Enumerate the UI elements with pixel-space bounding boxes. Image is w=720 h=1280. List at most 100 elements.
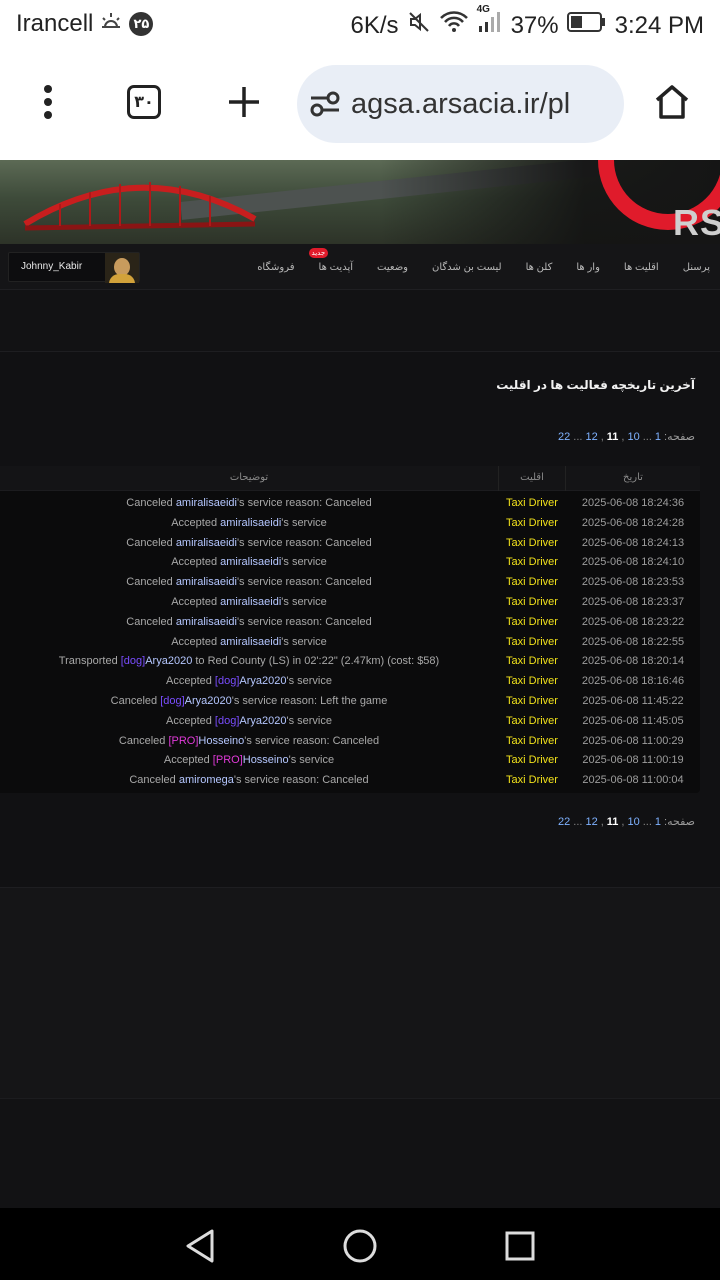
nav-item-shop[interactable]: فروشگاه [257, 262, 294, 273]
home-icon[interactable] [646, 74, 698, 130]
page-link[interactable]: 12 [585, 431, 597, 443]
row-date: 2025-06-08 18:23:53 [581, 576, 685, 589]
row-date: 2025-06-08 18:20:14 [581, 655, 685, 668]
desc-action: Canceled [126, 536, 176, 549]
page-link[interactable]: 10 [627, 816, 639, 828]
mute-icon [407, 10, 431, 41]
desc-action: Accepted [171, 635, 221, 648]
battery-icon [566, 11, 607, 40]
player-name[interactable]: Arya2020 [239, 715, 286, 727]
user-menu[interactable]: Johnny_Kabir [8, 252, 140, 283]
row-description: Canceled amiralisaeidi's service reason:… [0, 497, 498, 509]
table-row: Transported [dog]Arya2020 to Red County … [0, 655, 700, 675]
desc-detail: 's service reason: Canceled [233, 774, 369, 787]
clan-tag: [dog] [214, 675, 240, 688]
page-link-last[interactable]: 22 [558, 816, 570, 828]
row-date: 2025-06-08 18:23:22 [581, 615, 685, 628]
row-faction: Taxi Driver [506, 615, 558, 628]
player-name[interactable]: amiralisaeidi [220, 636, 281, 648]
battery-level: 37% [510, 11, 559, 39]
player-name[interactable]: amiralisaeidi [176, 497, 237, 509]
desc-detail: 's service [281, 556, 327, 569]
row-description: Canceled amiralisaeidi's service reason:… [0, 616, 498, 628]
nav-item-updates-label: آپدیت ها [318, 261, 354, 273]
row-faction: Taxi Driver [506, 754, 558, 767]
recents-icon[interactable] [500, 1226, 540, 1266]
player-name[interactable]: amiralisaeidi [176, 537, 237, 549]
page-link[interactable]: 10 [627, 431, 639, 443]
player-name[interactable]: amiralisaeidi [176, 576, 237, 588]
row-description: Accepted amiralisaeidi's service [0, 596, 498, 608]
player-name[interactable]: amiralisaeidi [176, 616, 237, 628]
footer-band-lower [0, 1098, 720, 1208]
row-faction: Taxi Driver [506, 536, 558, 549]
row-faction: Taxi Driver [506, 596, 558, 608]
nav-item-clans[interactable]: کلن ها [526, 262, 553, 273]
carrier-badge: ۲۵ [129, 12, 154, 36]
row-faction: Taxi Driver [506, 516, 558, 529]
row-date: 2025-06-08 18:24:13 [581, 536, 685, 549]
nav-item-status[interactable]: وضعیت [377, 262, 408, 273]
player-name[interactable]: Hosseino [198, 735, 244, 747]
browser-toolbar: ۳۰ agsa.arsacia.ir/pl [0, 50, 720, 160]
menu-dots-icon[interactable] [22, 74, 74, 130]
nav-item-updates[interactable]: جدید آپدیت ها [308, 247, 354, 273]
player-name[interactable]: Arya2020 [185, 695, 232, 707]
pagination-label: صفحه: [664, 431, 695, 443]
site-nav: پرسنل اقلیت ها وار ها کلن ها لیست بن شدگ… [0, 244, 720, 290]
pagination-ellipsis: ... [573, 431, 583, 443]
row-faction: Taxi Driver [506, 635, 558, 648]
row-description: Canceled amiromega's service reason: Can… [0, 774, 498, 786]
row-faction: Taxi Driver [506, 497, 558, 509]
nav-item-personnel[interactable]: پرسنل [683, 262, 710, 273]
row-date: 2025-06-08 18:22:55 [581, 635, 685, 648]
player-name[interactable]: Arya2020 [239, 675, 286, 687]
row-description: Canceled amiralisaeidi's service reason:… [0, 576, 498, 588]
status-bar: Irancell ۲۵ 6K/s 4G 37% 3:24 PM [0, 0, 720, 50]
row-description: Canceled amiralisaeidi's service reason:… [0, 537, 498, 549]
table-row: Accepted [dog]Arya2020's service Taxi Dri… [0, 675, 700, 695]
table-row: Accepted [PRO]Hosseino's service Taxi Dri… [0, 754, 700, 774]
page-link-first[interactable]: 1 [655, 816, 661, 828]
pagination-bottom: صفحه: 1 ... 10, 11, 12 ... 22 [558, 816, 695, 828]
back-icon[interactable] [180, 1226, 220, 1266]
site-logo-text: RS [673, 202, 720, 243]
row-description: Accepted amiralisaeidi's service [0, 517, 498, 529]
row-description: Transported [dog]Arya2020 to Red County … [0, 655, 498, 667]
page-link-first[interactable]: 1 [655, 431, 661, 443]
desc-detail: 's service reason: Left the game [231, 695, 388, 707]
player-name[interactable]: amiralisaeidi [220, 556, 281, 568]
site-settings-icon[interactable] [309, 90, 341, 118]
page-link-last[interactable]: 22 [558, 431, 570, 443]
row-description: Canceled [dog]Arya2020's service reason:… [0, 695, 498, 707]
player-name[interactable]: amiralisaeidi [220, 596, 281, 608]
nav-item-wars[interactable]: وار ها [576, 262, 600, 273]
player-name[interactable]: amiralisaeidi [220, 517, 281, 529]
desc-action: Canceled [126, 576, 176, 589]
address-bar[interactable]: agsa.arsacia.ir/pl [297, 65, 624, 143]
row-faction: Taxi Driver [506, 734, 558, 747]
nav-item-factions[interactable]: اقلیت ها [624, 262, 659, 273]
table-row: Canceled [PRO]Hosseino's service reason:… [0, 735, 700, 755]
row-faction: Taxi Driver [506, 675, 558, 688]
nav-item-banlist[interactable]: لیست بن شدگان [432, 262, 502, 273]
page-current: 11 [606, 816, 619, 828]
row-date: 2025-06-08 11:00:19 [582, 754, 684, 767]
player-name[interactable]: Arya2020 [145, 655, 192, 667]
home-circle-icon[interactable] [340, 1226, 380, 1266]
page-link[interactable]: 12 [585, 816, 597, 828]
history-table: توضیحات اقلیت تاریخ Canceled amiralisaei… [0, 466, 700, 793]
row-description: Accepted [dog]Arya2020's service [0, 675, 498, 687]
site-banner: RS [0, 160, 720, 244]
wifi-icon [439, 10, 469, 41]
player-name[interactable]: amiromega [179, 774, 234, 786]
new-tab-icon[interactable] [218, 74, 270, 130]
desc-action: Accepted [171, 516, 221, 529]
tab-switcher-button[interactable]: ۳۰ [118, 74, 170, 130]
desc-detail: 's service [288, 754, 335, 767]
row-date: 2025-06-08 18:24:36 [581, 497, 685, 509]
table-header: توضیحات اقلیت تاریخ [0, 466, 700, 491]
page-current: 11 [606, 431, 619, 443]
player-name[interactable]: Hosseino [243, 754, 289, 766]
table-row: Canceled amiralisaeidi's service reason:… [0, 576, 700, 596]
